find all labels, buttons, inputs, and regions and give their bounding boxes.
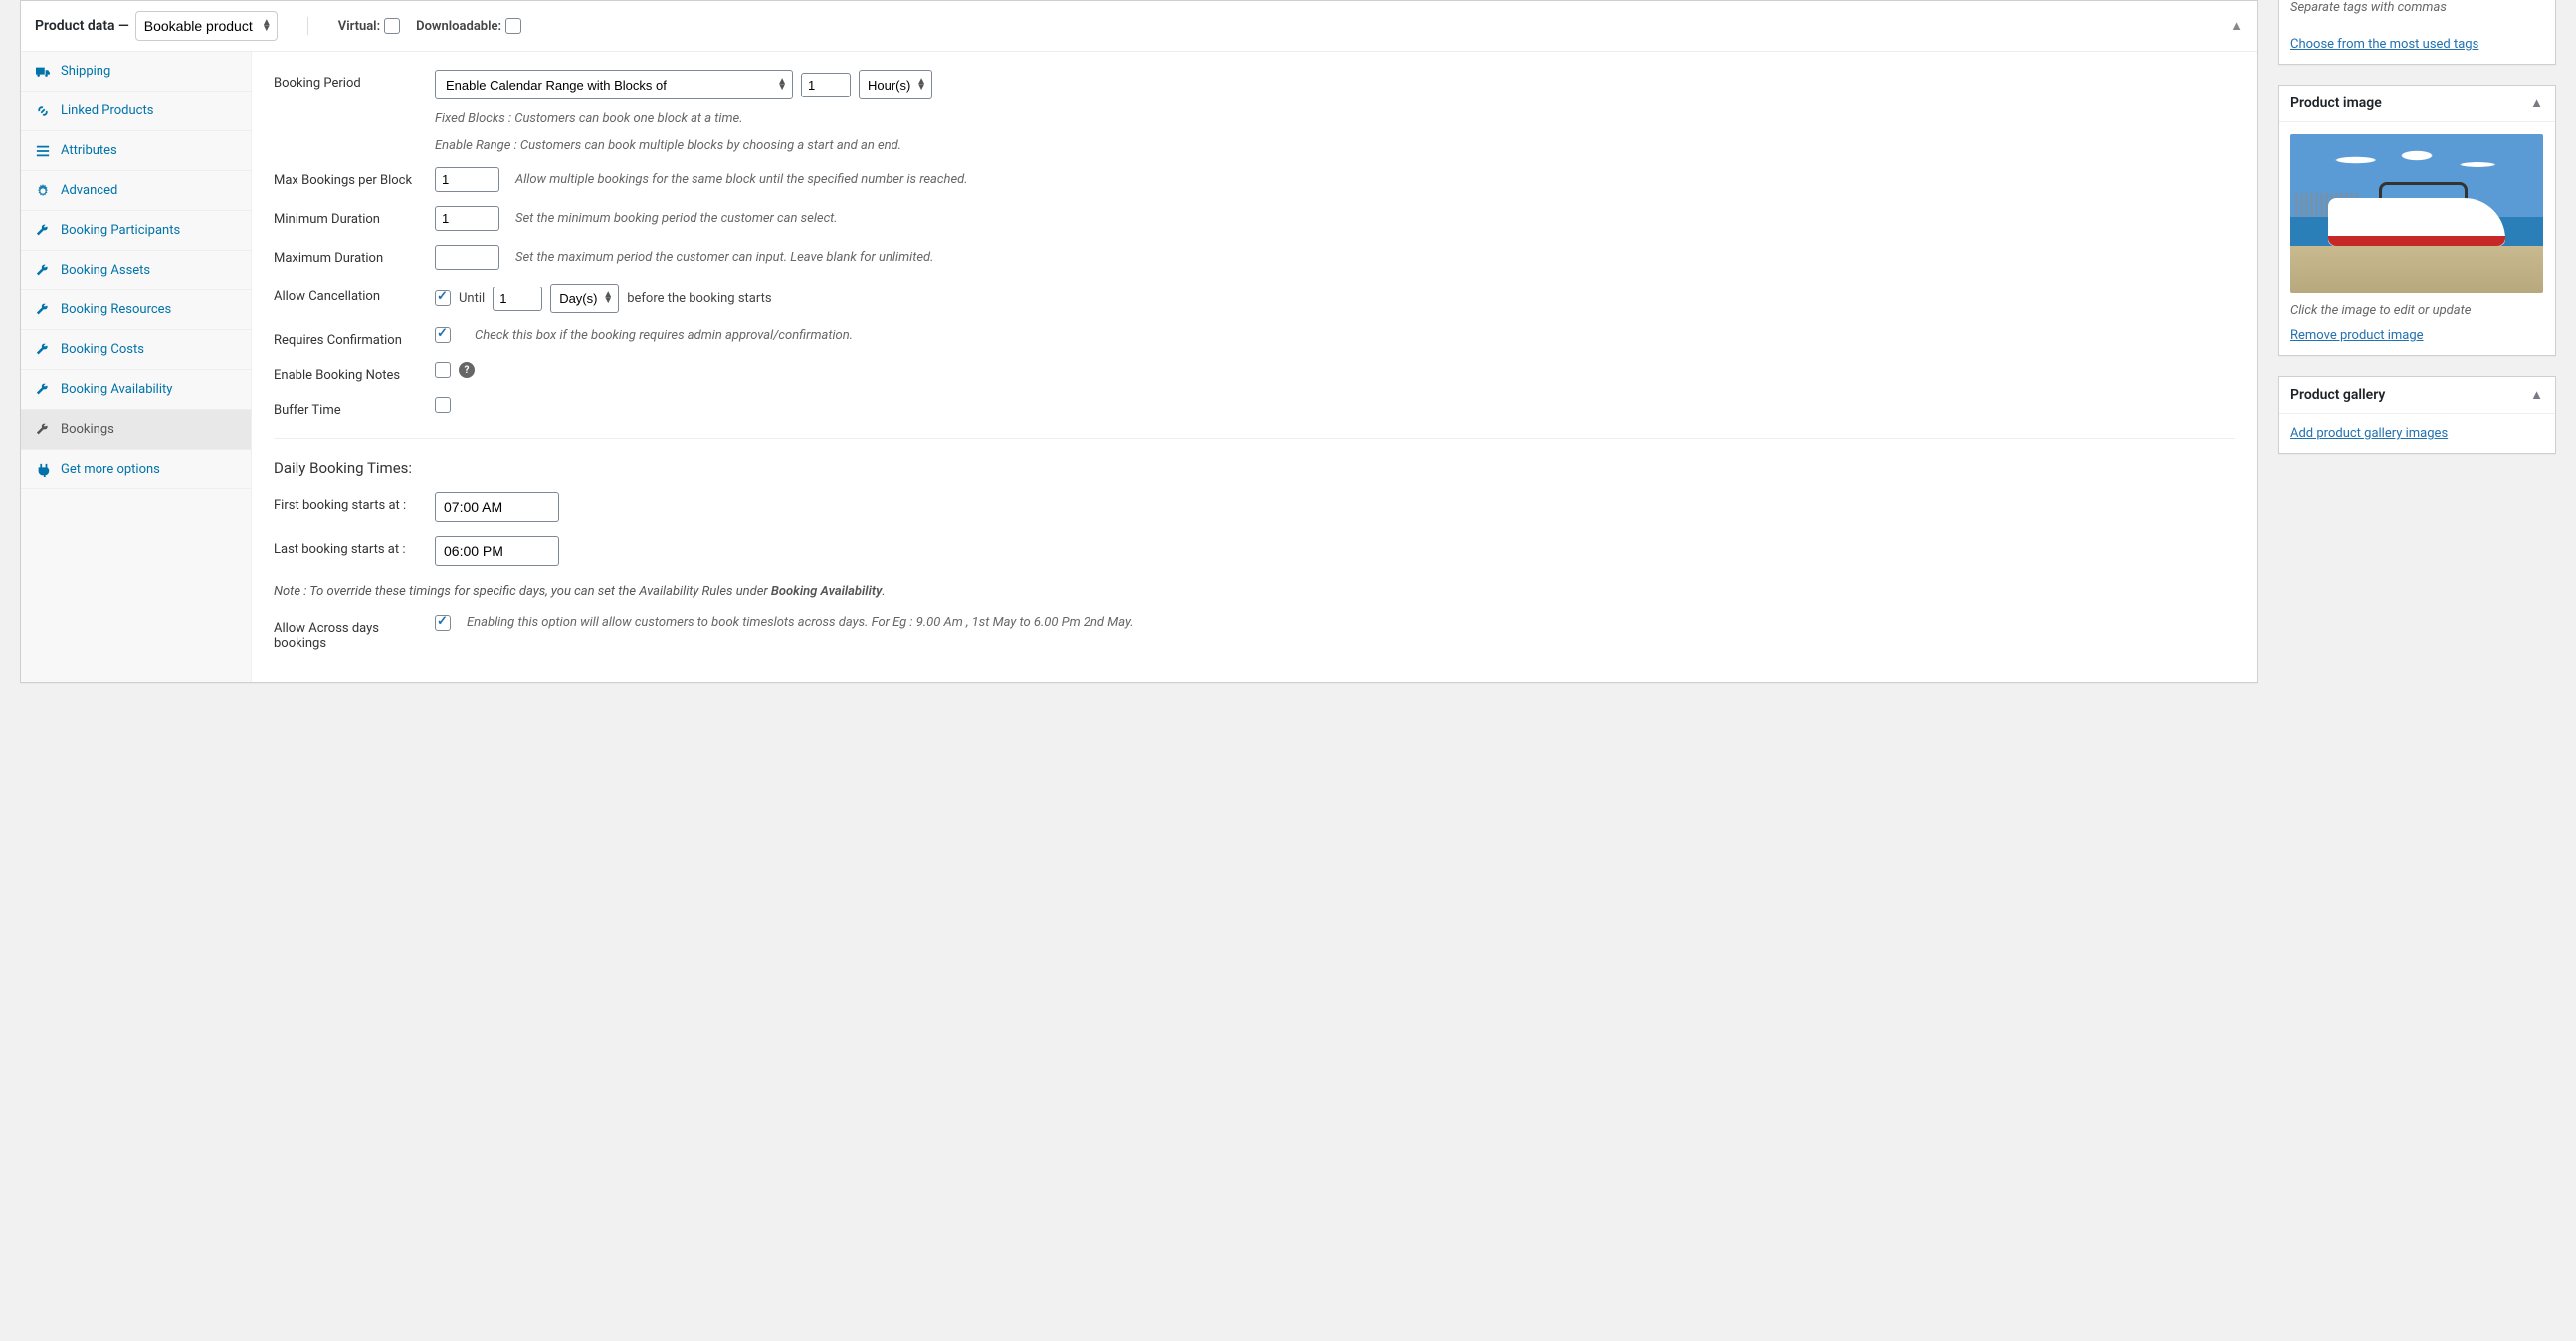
- list-icon: [35, 144, 51, 158]
- req-confirm-hint: Check this box if the booking requires a…: [475, 328, 853, 343]
- link-icon: [35, 104, 51, 118]
- divider: [307, 17, 308, 35]
- max-bookings-label: Max Bookings per Block: [274, 167, 423, 188]
- collapse-icon[interactable]: ▲: [2230, 18, 2243, 34]
- until-label: Until: [459, 291, 485, 306]
- booking-period-label: Booking Period: [274, 70, 423, 91]
- tab-label: Attributes: [61, 143, 117, 158]
- tab-label: Linked Products: [61, 103, 153, 118]
- tab-label: Bookings: [61, 422, 114, 437]
- tab-shipping[interactable]: Shipping: [21, 52, 251, 92]
- virtual-checkbox[interactable]: [384, 18, 400, 34]
- product-image-title: Product image: [2290, 96, 2382, 111]
- add-gallery-link[interactable]: Add product gallery images: [2290, 426, 2448, 441]
- help-icon[interactable]: ?: [459, 362, 475, 378]
- booking-period-hint2: Enable Range : Customers can book multip…: [435, 138, 2235, 153]
- virtual-label: Virtual:: [338, 19, 380, 34]
- tab-label: Booking Costs: [61, 342, 144, 357]
- max-duration-hint: Set the maximum period the customer can …: [515, 250, 933, 265]
- override-note: Note : To override these timings for spe…: [274, 584, 2235, 599]
- product-image-box: Product image ▲ Click the image to edit …: [2278, 85, 2556, 356]
- tab-label: Booking Availability: [61, 382, 172, 397]
- max-duration-label: Maximum Duration: [274, 245, 423, 266]
- tab-booking-resources[interactable]: Booking Resources: [21, 290, 251, 330]
- product-image-preview[interactable]: [2290, 134, 2543, 293]
- tab-booking-assets[interactable]: Booking Assets: [21, 251, 251, 290]
- downloadable-label: Downloadable:: [416, 19, 501, 34]
- last-booking-label: Last booking starts at :: [274, 536, 423, 557]
- tab-list: Shipping Linked Products Attributes Adva…: [21, 52, 252, 682]
- daily-times-heading: Daily Booking Times:: [274, 459, 2235, 477]
- truck-icon: [35, 65, 51, 79]
- downloadable-checkbox[interactable]: [505, 18, 521, 34]
- booking-period-hint1: Fixed Blocks : Customers can book one bl…: [435, 111, 2235, 126]
- tags-hint: Separate tags with commas: [2279, 0, 2555, 25]
- product-gallery-title: Product gallery: [2290, 387, 2385, 403]
- tags-box: Separate tags with commas Choose from th…: [2278, 0, 2556, 65]
- cancel-value-input[interactable]: [493, 287, 542, 311]
- tab-booking-participants[interactable]: Booking Participants: [21, 211, 251, 251]
- buffer-time-checkbox[interactable]: [435, 397, 451, 413]
- allow-across-checkbox[interactable]: [435, 615, 451, 631]
- wrench-icon: [35, 343, 51, 357]
- gear-icon: [35, 184, 51, 198]
- tab-advanced[interactable]: Advanced: [21, 171, 251, 211]
- panel-header: Product data — Bookable product ▲▼ Virtu…: [21, 1, 2257, 52]
- booking-period-unit[interactable]: Hour(s): [859, 70, 932, 99]
- req-confirm-label: Requires Confirmation: [274, 327, 423, 348]
- req-confirm-checkbox[interactable]: [435, 327, 451, 343]
- max-bookings-input[interactable]: [435, 167, 499, 192]
- tab-label: Shipping: [61, 64, 110, 79]
- wrench-icon: [35, 303, 51, 317]
- allow-cancel-checkbox[interactable]: [435, 290, 451, 306]
- choose-tags-link[interactable]: Choose from the most used tags: [2290, 37, 2478, 52]
- toggle-icon[interactable]: ▲: [2530, 96, 2543, 111]
- tab-content: Booking Period Enable Calendar Range wit…: [252, 52, 2257, 682]
- booking-notes-label: Enable Booking Notes: [274, 362, 423, 383]
- first-booking-label: First booking starts at :: [274, 492, 423, 513]
- tab-label: Advanced: [61, 183, 117, 198]
- tab-attributes[interactable]: Attributes: [21, 131, 251, 171]
- wrench-icon: [35, 423, 51, 437]
- tab-label: Booking Participants: [61, 223, 180, 238]
- tab-label: Get more options: [61, 462, 160, 477]
- allow-across-label: Allow Across days bookings: [274, 615, 423, 651]
- tab-booking-availability[interactable]: Booking Availability: [21, 370, 251, 410]
- tab-bookings[interactable]: Bookings: [21, 410, 251, 450]
- first-booking-input[interactable]: [435, 492, 559, 522]
- min-duration-input[interactable]: [435, 206, 499, 231]
- booking-notes-checkbox[interactable]: [435, 362, 451, 378]
- wrench-icon: [35, 383, 51, 397]
- wrench-icon: [35, 224, 51, 238]
- buffer-time-label: Buffer Time: [274, 397, 423, 418]
- remove-image-link[interactable]: Remove product image: [2290, 328, 2424, 343]
- max-duration-input[interactable]: [435, 245, 499, 270]
- min-duration-label: Minimum Duration: [274, 206, 423, 227]
- booking-period-value[interactable]: [801, 73, 851, 97]
- booking-period-select[interactable]: Enable Calendar Range with Blocks of: [435, 70, 793, 99]
- tab-label: Booking Assets: [61, 263, 150, 278]
- allow-cancel-label: Allow Cancellation: [274, 284, 423, 304]
- product-gallery-box: Product gallery ▲ Add product gallery im…: [2278, 376, 2556, 454]
- tab-linked-products[interactable]: Linked Products: [21, 92, 251, 131]
- product-type-select[interactable]: Bookable product: [135, 11, 278, 41]
- cancel-unit-select[interactable]: Day(s): [550, 284, 619, 313]
- tab-booking-costs[interactable]: Booking Costs: [21, 330, 251, 370]
- product-data-panel: Product data — Bookable product ▲▼ Virtu…: [20, 0, 2258, 683]
- section-divider: [274, 438, 2235, 439]
- min-duration-hint: Set the minimum booking period the custo…: [515, 211, 838, 226]
- plugin-icon: [35, 463, 51, 477]
- tab-get-more-options[interactable]: Get more options: [21, 450, 251, 489]
- tab-label: Booking Resources: [61, 302, 171, 317]
- allow-across-hint: Enabling this option will allow customer…: [467, 615, 2235, 630]
- max-bookings-hint: Allow multiple bookings for the same blo…: [515, 172, 968, 187]
- panel-title: Product data —: [35, 18, 129, 34]
- wrench-icon: [35, 264, 51, 278]
- last-booking-input[interactable]: [435, 536, 559, 566]
- toggle-icon[interactable]: ▲: [2530, 387, 2543, 403]
- edit-hint: Click the image to edit or update: [2290, 303, 2543, 318]
- cancel-suffix: before the booking starts: [627, 291, 771, 306]
